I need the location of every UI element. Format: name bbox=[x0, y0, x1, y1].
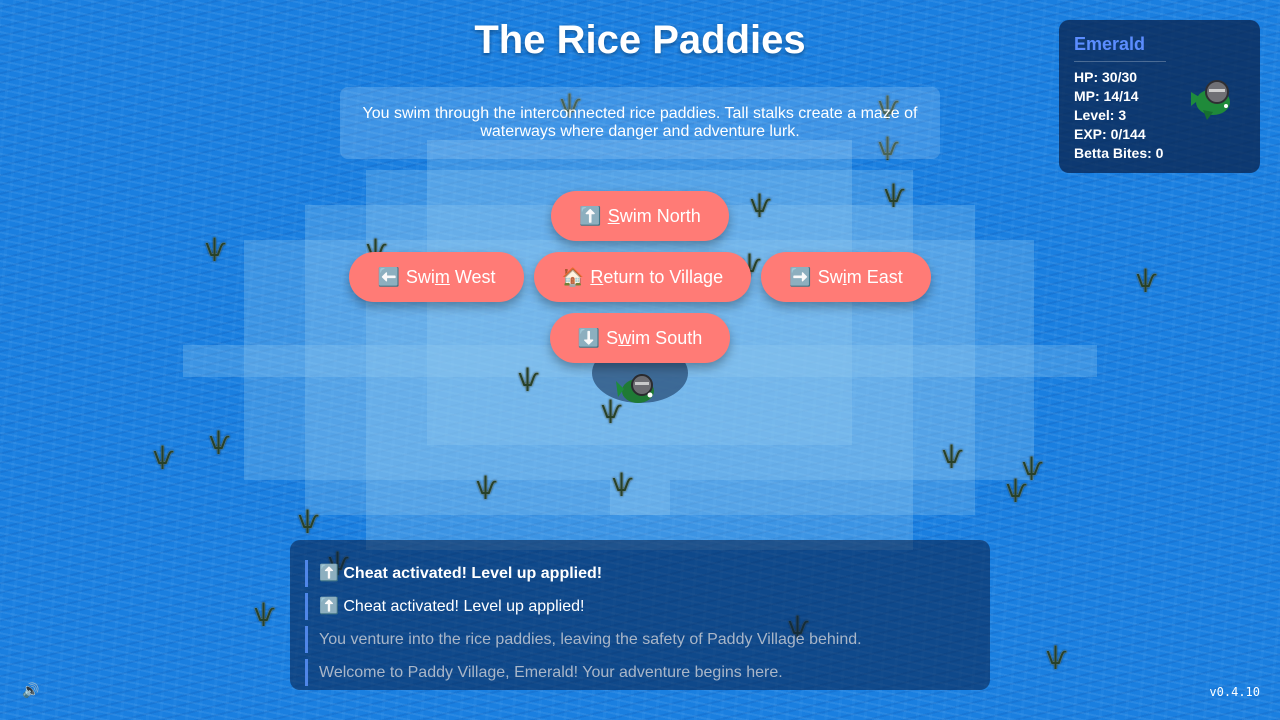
reed-icon: ѱ bbox=[1006, 475, 1028, 503]
house-icon: 🏠 bbox=[561, 266, 585, 287]
arrow-left-icon: ⬅️ bbox=[377, 266, 400, 287]
log-entry: Welcome to Paddy Village, Emerald! Your … bbox=[305, 659, 975, 686]
sound-toggle-icon[interactable]: 🔊 bbox=[22, 682, 39, 699]
location-description: You swim through the interconnected rice… bbox=[340, 87, 940, 159]
reed-icon: ѱ bbox=[1046, 642, 1068, 670]
fish-knight-icon bbox=[1185, 72, 1239, 122]
version-label: v0.4.10 bbox=[1209, 685, 1260, 699]
swim-north-label: Swim North bbox=[607, 205, 701, 226]
reed-icon: ѱ bbox=[205, 234, 227, 262]
reed-icon: ѱ bbox=[884, 180, 906, 208]
reed-icon: ѱ bbox=[518, 364, 540, 392]
player-stats-panel: Emerald HP: 30/30 MP: 14/14 Level: 3 EXP… bbox=[1059, 20, 1260, 173]
swim-north-button[interactable]: ⬆️ Swim North bbox=[551, 191, 729, 241]
log-entry: You venture into the rice paddies, leavi… bbox=[305, 626, 975, 653]
reed-icon: ѱ bbox=[942, 441, 964, 469]
log-entry: ⬆️ Cheat activated! Level up applied! bbox=[305, 593, 975, 620]
return-to-village-label: Return to Village bbox=[590, 266, 724, 287]
exp-stat: EXP: 0/144 bbox=[1074, 126, 1146, 142]
arrow-up-icon: ⬆️ bbox=[579, 205, 602, 226]
swim-south-label: Swim South bbox=[606, 327, 703, 348]
arrow-right-icon: ➡️ bbox=[789, 266, 812, 287]
reed-icon: ѱ bbox=[254, 599, 276, 627]
swim-east-button[interactable]: ➡️ Swim East bbox=[761, 252, 931, 302]
swim-west-button[interactable]: ⬅️ Swim West bbox=[349, 252, 524, 302]
arrow-down-icon: ⬇️ bbox=[577, 327, 601, 348]
message-log: ⬆️ Cheat activated! Level up applied! ⬆️… bbox=[290, 540, 990, 690]
log-entry: ⬆️ Cheat activated! Level up applied! bbox=[305, 560, 975, 587]
reed-icon: ѱ bbox=[1136, 265, 1158, 293]
level-up-icon: ⬆️ bbox=[319, 598, 339, 615]
reed-icon: ѱ bbox=[153, 442, 175, 470]
reed-icon: ѱ bbox=[750, 190, 772, 218]
reed-icon: ѱ bbox=[612, 469, 634, 497]
return-to-village-button[interactable]: 🏠 Return to Village bbox=[534, 252, 751, 302]
reed-icon: ѱ bbox=[298, 506, 320, 534]
betta-bites-stat: Betta Bites: 0 bbox=[1074, 145, 1164, 161]
swim-south-button[interactable]: ⬇️ Swim South bbox=[550, 313, 730, 363]
reed-icon: ѱ bbox=[209, 427, 231, 455]
swim-east-label: Swim East bbox=[817, 266, 903, 287]
level-up-icon: ⬆️ bbox=[319, 565, 339, 582]
swim-west-label: Swim West bbox=[405, 266, 496, 287]
player-name: Emerald bbox=[1074, 34, 1166, 62]
reed-icon: ѱ bbox=[476, 472, 498, 500]
